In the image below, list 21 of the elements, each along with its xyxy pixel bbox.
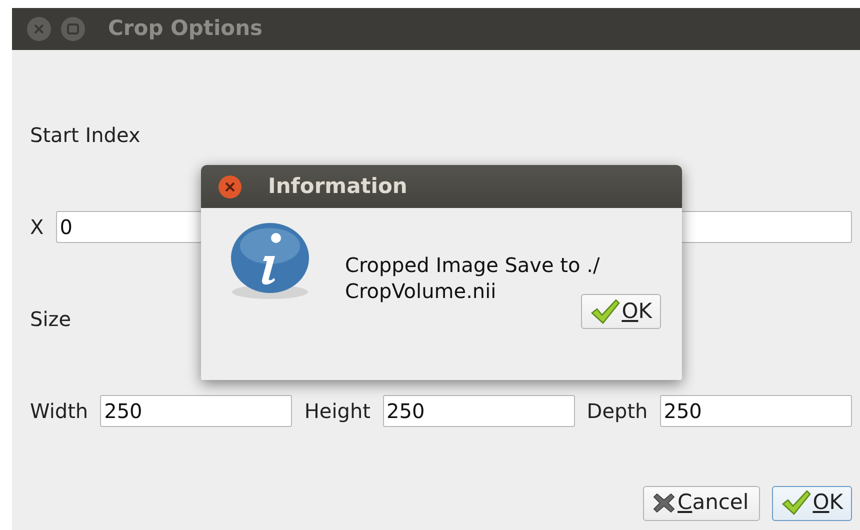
dialog-title: Information <box>268 172 408 200</box>
info-icon <box>229 220 311 302</box>
x-icon <box>652 492 676 514</box>
section-label: Start Index <box>30 122 140 149</box>
close-icon[interactable] <box>26 16 52 42</box>
cancel-button[interactable]: Cancel <box>642 486 760 520</box>
ok-button[interactable]: OK <box>580 294 661 329</box>
field-label: Depth <box>586 398 648 425</box>
ok-button[interactable]: OK <box>772 486 852 520</box>
input-field[interactable]: 250 <box>660 395 852 427</box>
field-label: Width <box>30 398 88 425</box>
maximize-icon[interactable] <box>60 16 86 42</box>
close-icon[interactable] <box>218 174 242 198</box>
checkmark-icon <box>590 298 620 324</box>
input-field[interactable]: 250 <box>100 395 292 427</box>
field-label: Height <box>304 398 371 425</box>
section-label: Size <box>30 306 72 333</box>
input-field[interactable]: 250 <box>382 395 575 427</box>
window-title: Crop Options <box>108 15 263 42</box>
checkmark-icon <box>780 490 811 516</box>
field-label: X <box>30 214 44 241</box>
